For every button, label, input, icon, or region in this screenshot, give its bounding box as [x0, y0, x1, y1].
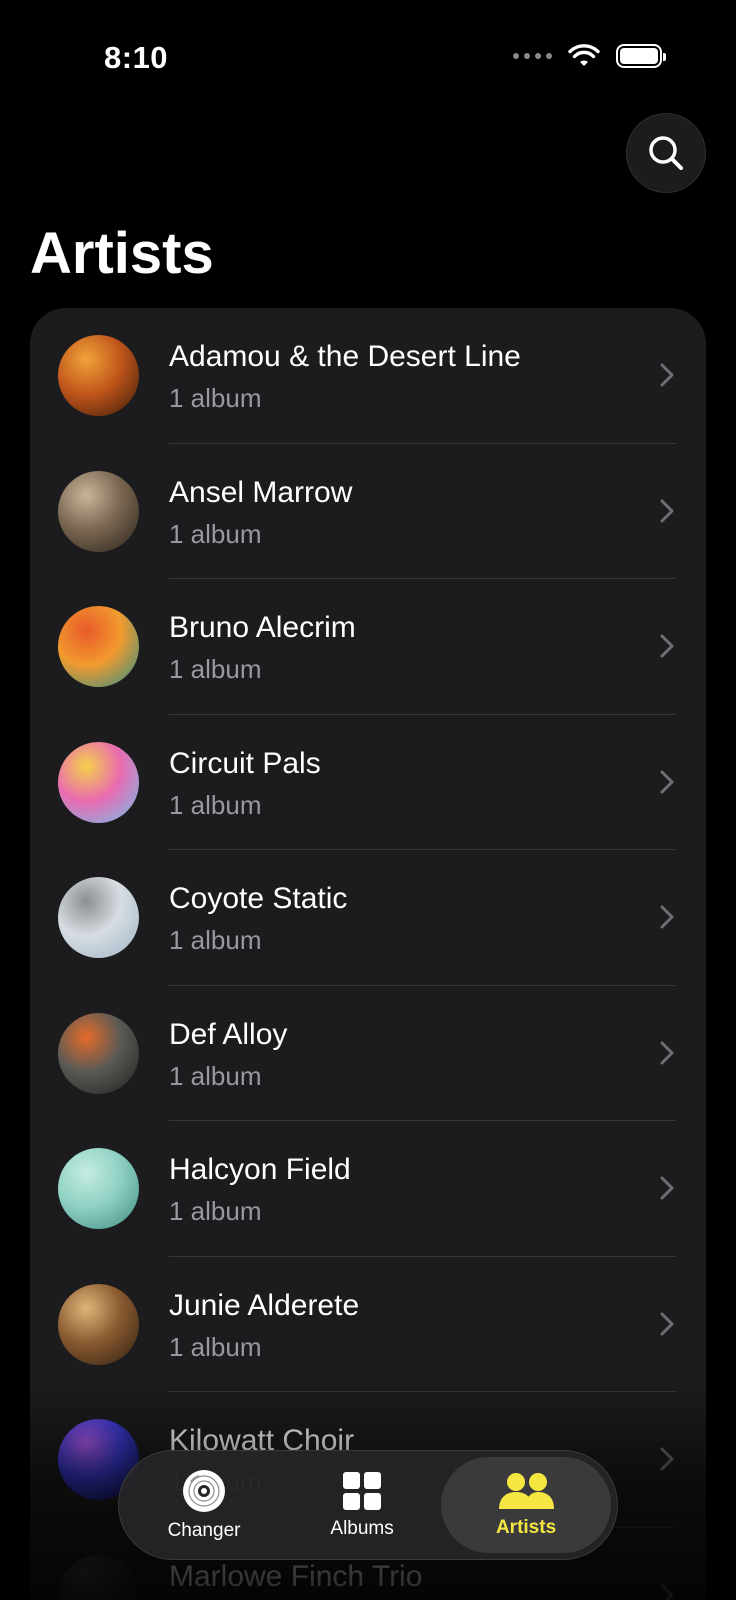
- chevron-right-icon: [660, 1041, 674, 1064]
- artist-text: Halcyon Field 1 album: [169, 1152, 351, 1228]
- artist-row[interactable]: Circuit Pals 1 album: [30, 715, 706, 850]
- cellular-signal-icon: [513, 53, 552, 59]
- artist-name: Halcyon Field: [169, 1153, 351, 1186]
- artist-name: Circuit Pals: [169, 746, 321, 780]
- artist-avatar: [58, 1012, 139, 1094]
- tab-bar: Changer Albums Artists: [118, 1450, 618, 1560]
- chevron-right-icon: [660, 905, 674, 929]
- chevron-right-icon: [660, 1176, 674, 1200]
- artist-text: Def Alloy 1 album: [169, 1017, 287, 1093]
- artist-avatar: [58, 741, 139, 823]
- artist-album-count: 1 album: [169, 654, 262, 684]
- tab-label-changer: Changer: [167, 1520, 241, 1541]
- tab-albums[interactable]: Albums: [283, 1457, 441, 1553]
- artist-row[interactable]: Coyote Static 1 album: [30, 850, 706, 986]
- status-icons: [513, 44, 666, 68]
- chevron-right-icon: [660, 1447, 674, 1471]
- artist-row[interactable]: Adamou & the Desert Line 1 album: [30, 308, 706, 444]
- artist-album-count: 1 album: [169, 518, 262, 549]
- wifi-icon: [568, 44, 600, 66]
- artist-text: Marlowe Finch Trio1 album: [169, 1559, 422, 1600]
- chevron-right-icon: [660, 363, 674, 387]
- artist-row[interactable]: Junie Alderete 1 album: [30, 1257, 706, 1392]
- artist-avatar: [58, 606, 139, 687]
- artist-name: Junie Alderete: [169, 1288, 360, 1322]
- screen: 8:10 Artists Adamou & the Desert Line 1 a…: [0, 0, 736, 1600]
- artist-name: Def Alloy: [169, 1017, 288, 1051]
- chevron-right-icon: [660, 770, 674, 793]
- artist-text: Bruno Alecrim 1 album: [169, 610, 356, 686]
- artist-row[interactable]: Bruno Alecrim 1 album: [30, 579, 706, 715]
- artist-text: Junie Alderete 1 album: [169, 1288, 359, 1364]
- artist-album-count: 1 album: [169, 1196, 262, 1226]
- chevron-right-icon: [660, 1312, 674, 1335]
- artist-album-count: 1 album: [169, 789, 262, 820]
- status-time: 8:10: [104, 40, 169, 75]
- page-title: Artists: [30, 221, 214, 286]
- artist-avatar: [58, 470, 139, 552]
- chevron-right-icon: [660, 499, 674, 522]
- artist-avatar: [58, 335, 139, 416]
- chevron-right-icon: [660, 1583, 674, 1600]
- artist-avatar: [58, 1148, 139, 1229]
- artist-name: Marlowe Finch Trio: [169, 1559, 423, 1593]
- artist-name: Ansel Marrow: [169, 475, 353, 509]
- disc-icon: [183, 1470, 226, 1512]
- artist-album-count: 1 album: [169, 1331, 262, 1362]
- artist-text: Adamou & the Desert Line 1 album: [169, 339, 521, 415]
- tab-label-albums: Albums: [330, 1518, 394, 1539]
- artist-avatar: [58, 1554, 139, 1600]
- search-button[interactable]: [626, 113, 706, 193]
- artist-album-count: 1 album: [169, 925, 262, 955]
- artist-row[interactable]: Def Alloy 1 album: [30, 986, 706, 1121]
- artist-avatar: [58, 1283, 139, 1365]
- artist-name: Coyote Static: [169, 882, 348, 915]
- search-icon: [649, 136, 683, 170]
- tab-changer[interactable]: Changer: [125, 1457, 283, 1553]
- artist-name: Bruno Alecrim: [169, 611, 356, 644]
- artist-text: Circuit Pals 1 album: [169, 746, 321, 822]
- artist-text: Coyote Static 1 album: [169, 881, 347, 957]
- battery-icon: [616, 44, 666, 68]
- artist-text: Ansel Marrow 1 album: [169, 475, 352, 551]
- artist-avatar: [58, 877, 139, 958]
- artist-row[interactable]: Halcyon Field 1 album: [30, 1121, 706, 1257]
- artist-album-count: 1 album: [169, 383, 262, 413]
- chevron-right-icon: [660, 634, 674, 658]
- artists-list: Adamou & the Desert Line 1 album Ansel Mar…: [30, 308, 706, 1600]
- tab-label-artists: Artists: [495, 1517, 557, 1538]
- artist-album-count: 1 album: [169, 1060, 262, 1091]
- tab-artists[interactable]: Artists: [441, 1457, 611, 1553]
- artist-name: Adamou & the Desert Line: [169, 340, 521, 373]
- artist-row[interactable]: Ansel Marrow 1 album: [30, 444, 706, 579]
- grid-icon: [343, 1472, 382, 1510]
- people-icon: [499, 1473, 555, 1509]
